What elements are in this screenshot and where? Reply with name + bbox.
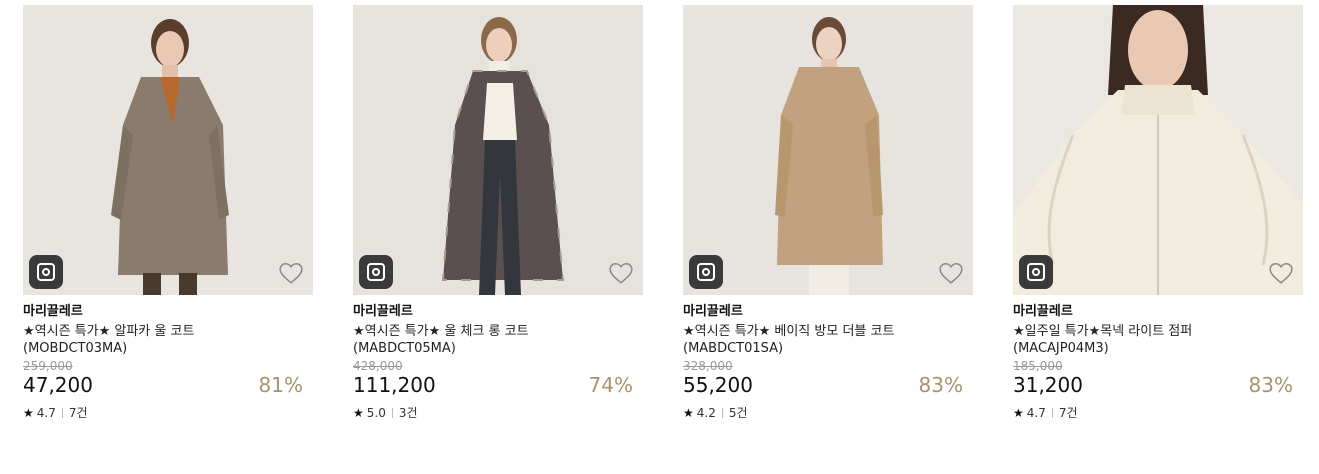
heart-icon[interactable] <box>1268 260 1294 286</box>
divider <box>1051 408 1053 418</box>
divider <box>61 408 63 418</box>
product-card[interactable]: 마리끌레르 ★역시즌 특가★ 알파카 울 코트 (MOBDCT03MA) 259… <box>23 5 313 420</box>
original-price: 185,000 <box>1013 359 1063 373</box>
rating-value: 4.2 <box>696 406 716 420</box>
divider <box>721 408 723 418</box>
rating-value: 4.7 <box>1026 406 1046 420</box>
heart-icon[interactable] <box>608 260 634 286</box>
instagram-icon[interactable] <box>1019 255 1053 289</box>
brand-name[interactable]: 마리끌레르 <box>683 304 973 320</box>
review-count: 3건 <box>398 406 418 420</box>
original-price: 328,000 <box>683 359 733 373</box>
heart-icon[interactable] <box>278 260 304 286</box>
product-image[interactable] <box>683 5 973 295</box>
star-icon: ★ <box>1013 406 1024 420</box>
product-card[interactable]: 마리끌레르 ★일주일 특가★목넥 라이트 점퍼 (MACAJP04M3) 185… <box>1013 5 1303 420</box>
sale-price: 55,200 <box>683 373 753 397</box>
instagram-icon[interactable] <box>689 255 723 289</box>
product-code[interactable]: (MABDCT01SA) <box>683 340 973 357</box>
product-name[interactable]: ★역시즌 특가★ 베이직 방모 더블 코트 <box>683 323 973 340</box>
product-name[interactable]: ★일주일 특가★목넥 라이트 점퍼 <box>1013 323 1303 340</box>
product-image[interactable] <box>1013 5 1303 295</box>
price-row: 47,200 81% <box>23 373 313 397</box>
discount-rate: 74% <box>588 373 633 397</box>
instagram-icon[interactable] <box>29 255 63 289</box>
product-grid: 마리끌레르 ★역시즌 특가★ 알파카 울 코트 (MOBDCT03MA) 259… <box>0 0 1319 474</box>
review-count: 7건 <box>68 406 88 420</box>
sale-price: 111,200 <box>353 373 436 397</box>
product-photo <box>1013 5 1303 295</box>
star-icon: ★ <box>353 406 364 420</box>
rating-row: ★ 4.7 7건 <box>23 406 313 420</box>
instagram-icon[interactable] <box>359 255 393 289</box>
rating-row: ★ 4.7 7건 <box>1013 406 1303 420</box>
star-icon: ★ <box>23 406 34 420</box>
product-image[interactable] <box>353 5 643 295</box>
rating-row: ★ 5.0 3건 <box>353 406 643 420</box>
product-photo <box>683 5 973 295</box>
review-count: 5건 <box>728 406 748 420</box>
divider <box>391 408 393 418</box>
product-code[interactable]: (MABDCT05MA) <box>353 340 643 357</box>
brand-name[interactable]: 마리끌레르 <box>23 304 313 320</box>
product-name[interactable]: ★역시즌 특가★ 울 체크 롱 코트 <box>353 323 643 340</box>
price-row: 55,200 83% <box>683 373 973 397</box>
sale-price: 47,200 <box>23 373 93 397</box>
product-code[interactable]: (MOBDCT03MA) <box>23 340 313 357</box>
rating-value: 5.0 <box>366 406 386 420</box>
product-code[interactable]: (MACAJP04M3) <box>1013 340 1303 357</box>
sale-price: 31,200 <box>1013 373 1083 397</box>
star-icon: ★ <box>683 406 694 420</box>
brand-name[interactable]: 마리끌레르 <box>353 304 643 320</box>
product-card[interactable]: 마리끌레르 ★역시즌 특가★ 울 체크 롱 코트 (MABDCT05MA) 42… <box>353 5 643 420</box>
original-price: 259,000 <box>23 359 73 373</box>
product-name[interactable]: ★역시즌 특가★ 알파카 울 코트 <box>23 323 313 340</box>
product-image[interactable] <box>23 5 313 295</box>
brand-name[interactable]: 마리끌레르 <box>1013 304 1303 320</box>
product-photo <box>23 5 313 295</box>
heart-icon[interactable] <box>938 260 964 286</box>
product-photo <box>353 5 643 295</box>
price-row: 111,200 74% <box>353 373 643 397</box>
original-price: 428,000 <box>353 359 403 373</box>
price-row: 31,200 83% <box>1013 373 1303 397</box>
discount-rate: 83% <box>918 373 963 397</box>
discount-rate: 81% <box>258 373 303 397</box>
review-count: 7건 <box>1058 406 1078 420</box>
product-card[interactable]: 마리끌레르 ★역시즌 특가★ 베이직 방모 더블 코트 (MABDCT01SA)… <box>683 5 973 420</box>
discount-rate: 83% <box>1248 373 1293 397</box>
rating-value: 4.7 <box>36 406 56 420</box>
rating-row: ★ 4.2 5건 <box>683 406 973 420</box>
